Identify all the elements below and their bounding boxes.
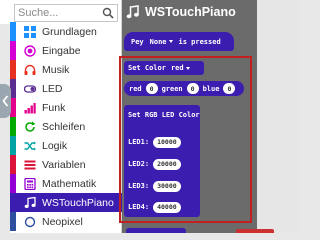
category-wstouchpiano[interactable]: WSTouchPiano [10, 193, 122, 212]
headphones-icon [23, 63, 37, 77]
category-mathematik[interactable]: Mathematik [10, 174, 122, 193]
category-logik[interactable]: Logik [10, 136, 122, 155]
toolbox-edge [0, 0, 10, 24]
music-note-icon [126, 5, 139, 19]
category-funk[interactable]: Funk [10, 98, 122, 117]
category-label: WSTouchPiano [42, 196, 114, 209]
search-input[interactable] [18, 6, 98, 20]
refresh-icon [23, 120, 37, 134]
category-list: Grundlagen Eingabe Musik LED Funk Schlei… [10, 22, 122, 231]
category-label: Variablen [42, 158, 86, 171]
category-neopixel[interactable]: Neopixel [10, 212, 122, 231]
category-label: Logik [42, 139, 68, 152]
category-label: Mathematik [42, 177, 97, 190]
category-label: Musik [42, 63, 70, 76]
calculator-icon [23, 177, 37, 191]
highlight-box [119, 56, 252, 223]
block-key-pressed[interactable]: Pey None is pressed [124, 32, 234, 51]
workspace-area[interactable] [257, 0, 300, 233]
block-prefix: Pey [131, 37, 144, 46]
toolbox: Grundlagen Eingabe Musik LED Funk [10, 0, 132, 233]
workspace-block-partial[interactable] [236, 229, 274, 233]
search-icon[interactable] [102, 7, 114, 19]
category-eingabe[interactable]: Eingabe [10, 41, 122, 60]
chevron-down-icon [168, 40, 173, 43]
category-schleifen[interactable]: Schleifen [10, 117, 122, 136]
signal-bars-icon [23, 101, 37, 115]
category-led[interactable]: LED [10, 79, 122, 98]
grid-icon [23, 25, 37, 39]
category-label: LED [42, 82, 63, 95]
collapse-toolbox-button[interactable] [0, 84, 11, 118]
block-suffix: is pressed [178, 37, 221, 46]
category-grundlagen[interactable]: Grundlagen [10, 22, 122, 41]
radio-circle-icon [23, 44, 37, 58]
chevron-left-icon [2, 95, 9, 107]
circle-outline-icon [23, 215, 37, 229]
category-label: Schleifen [42, 120, 86, 133]
category-musik[interactable]: Musik [10, 60, 122, 79]
flyout-title: WSTouchPiano [145, 5, 236, 19]
search-box[interactable] [14, 4, 118, 22]
toggle-icon [23, 82, 37, 96]
key-dropdown-value: None [149, 37, 167, 46]
flyout-header: WSTouchPiano [126, 5, 236, 19]
key-dropdown[interactable]: None [150, 38, 173, 46]
list-lines-icon [23, 158, 37, 172]
shuffle-icon [23, 139, 37, 153]
category-label: Grundlagen [42, 25, 97, 38]
block-partial[interactable] [126, 228, 186, 233]
category-label: Funk [42, 101, 66, 114]
category-label: Eingabe [42, 44, 81, 57]
music-note-icon [23, 196, 37, 210]
category-label: Neopixel [42, 215, 83, 228]
category-variablen[interactable]: Variablen [10, 155, 122, 174]
